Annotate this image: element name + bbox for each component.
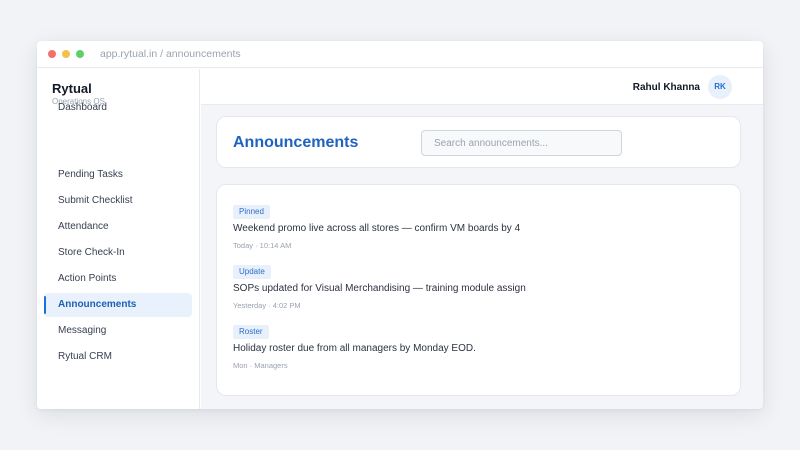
announcement-text: Holiday roster due from all managers by … <box>233 343 476 354</box>
sidebar-item-dashboard[interactable]: Dashboard <box>44 96 192 120</box>
sidebar-item-action-points[interactable]: Action Points <box>44 267 192 291</box>
brand-name: Rytual <box>52 81 92 96</box>
announcement-text: SOPs updated for Visual Merchandising — … <box>233 283 526 294</box>
tag-badge: Pinned <box>233 205 270 219</box>
sidebar-item-messaging[interactable]: Messaging <box>44 319 192 343</box>
sidebar-item-submit-checklist[interactable]: Submit Checklist <box>44 189 192 213</box>
avatar[interactable]: RK <box>708 75 732 99</box>
sidebar-item-pending-tasks[interactable]: Pending Tasks <box>44 163 192 187</box>
top-bar: Rahul Khanna RK <box>201 69 763 105</box>
search-input[interactable] <box>421 130 622 156</box>
sidebar-item-announcements[interactable]: Announcements <box>44 293 192 317</box>
tag-badge: Roster <box>233 325 269 339</box>
app-window: app.rytual.in / announcements Rytual Ope… <box>37 41 763 409</box>
minimize-window-button[interactable] <box>62 50 70 58</box>
sidebar-item-rytual-crm[interactable]: Rytual CRM <box>44 345 192 369</box>
close-window-button[interactable] <box>48 50 56 58</box>
page-header-card: Announcements <box>216 116 741 168</box>
announcement-text: Weekend promo live across all stores — c… <box>233 223 521 234</box>
browser-titlebar: app.rytual.in / announcements <box>37 41 763 68</box>
sidebar-item-store-check-in[interactable]: Store Check-In <box>44 241 192 265</box>
address-bar[interactable]: app.rytual.in / announcements <box>100 48 241 60</box>
announcement-meta: Mon · Managers <box>233 361 288 370</box>
announcements-list: Pinned Weekend promo live across all sto… <box>216 184 741 396</box>
sidebar-item-attendance[interactable]: Attendance <box>44 215 192 239</box>
page-title: Announcements <box>233 134 359 151</box>
announcement-meta: Yesterday · 4:02 PM <box>233 301 301 310</box>
announcement-meta: Today · 10:14 AM <box>233 241 292 250</box>
tag-badge: Update <box>233 265 271 279</box>
main-content: Rahul Khanna RK Announcements Pinned Wee… <box>201 69 763 409</box>
sidebar: Rytual Operations OS Dashboard Pending T… <box>37 69 200 409</box>
user-name: Rahul Khanna <box>632 82 700 93</box>
maximize-window-button[interactable] <box>76 50 84 58</box>
